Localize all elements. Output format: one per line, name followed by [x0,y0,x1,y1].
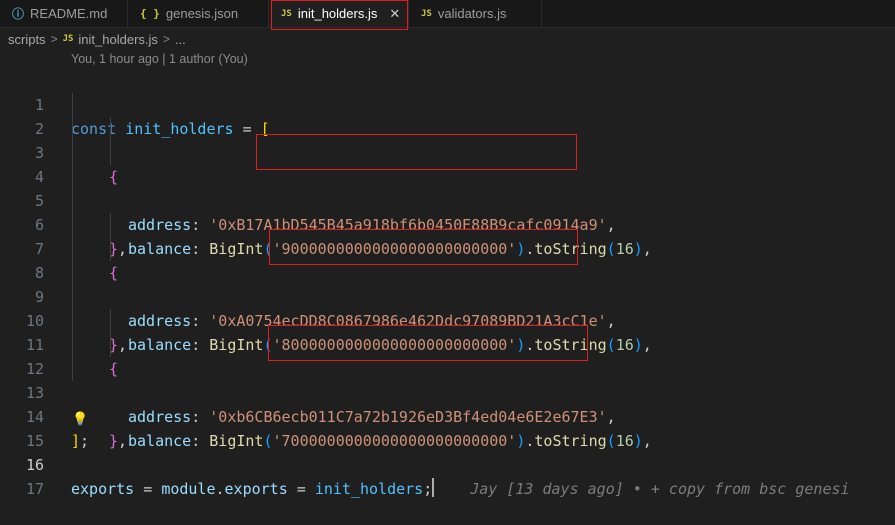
indent-guide [72,237,73,261]
js-file-icon: JS [281,8,292,19]
code-line: 6 { [0,189,895,282]
identifier: exports [71,480,135,498]
indent-guide [72,333,73,357]
code-line: 12 balance: BigInt('70000000000000000000… [0,325,895,450]
indent-guide [72,261,73,285]
json-file-icon: { } [140,7,160,20]
chevron-right-icon: > [162,32,170,46]
semicolon: ; [423,480,433,498]
tab-label: README.md [30,6,108,21]
code-line: 9 }, [0,261,895,354]
indent-guide [72,309,73,333]
indent-guide [72,117,73,141]
js-file-icon: JS [62,34,74,44]
code-line: 15 💡 [0,405,895,450]
indent-guide [72,165,73,189]
editor-tab-bar: ⓘ README.md { } genesis.json JS init_hol… [0,0,895,28]
code-line: 11 address: '0xb6CB6ecb011C7a72b1926eD3B… [0,309,895,426]
indent-guide [110,309,111,333]
tab-validators[interactable]: JS validators.js [409,0,542,27]
code-line: 7 address: '0xA0754ecDD8C0867986e462Ddc9… [0,213,895,330]
code-line: 1 const init_holders = [ [0,69,895,138]
variable: init_holders [314,480,424,498]
code-line-current: 16 exports = module.exports = init_holde… [0,429,895,498]
indent-guide [110,237,111,261]
tab-label: validators.js [437,6,507,21]
blame-codelens[interactable]: You, 1 hour ago | 1 author (You) [71,52,248,66]
tab-genesis-json[interactable]: { } genesis.json [128,0,269,27]
indent-guide [110,213,111,237]
breadcrumb-folder[interactable]: scripts [8,32,46,47]
code-line: 10 { [0,285,895,378]
indent-guide [72,213,73,237]
indent-guide [110,141,111,165]
operator: = [134,480,162,498]
identifier: module [161,480,216,498]
breadcrumb-symbol[interactable]: ... [175,32,186,47]
tab-readme[interactable]: ⓘ README.md [0,0,128,27]
close-icon[interactable]: ✕ [389,6,400,22]
line-number: 17 [25,480,44,498]
code-line: 8 balance: BigInt('800000000000000000000… [0,229,895,354]
tab-label: init_holders.js [297,6,378,21]
code-line: 3 address: '0xB17A1bD545B45a918bf6b0450E… [0,117,895,234]
indent-guide [72,189,73,213]
code-line: 13 }, [0,357,895,450]
dot: . [215,480,225,498]
breadcrumb-file[interactable]: init_holders.js [78,32,158,47]
property: exports [224,480,288,498]
tab-init-holders[interactable]: JS init_holders.js ✕ [269,0,409,27]
code-line: 4 balance: BigInt('900000000000000000000… [0,134,895,258]
code-line: 5 }, [0,165,895,258]
indent-guide [110,117,111,141]
indent-guide [110,333,111,357]
code-line: 17 [0,453,895,498]
inline-blame[interactable]: Jay [13 days ago] • + copy from bsc gene… [470,480,849,498]
code-line: 2 { [0,93,895,186]
breadcrumb: scripts > JS init_holders.js > ... [8,30,186,48]
indent-guide [72,141,73,165]
indent-guide [72,357,73,381]
tab-label: genesis.json [165,6,239,21]
md-file-icon: ⓘ [12,7,25,21]
text-cursor [432,478,435,497]
indent-guide [72,93,73,117]
indent-guide [72,285,73,309]
chevron-right-icon: > [50,32,58,46]
code-editor[interactable]: 1 const init_holders = [ 2 { 3 address: … [0,69,895,498]
operator: = [287,480,315,498]
code-line: 14 ]; [0,381,895,450]
js-file-icon: JS [421,8,432,19]
